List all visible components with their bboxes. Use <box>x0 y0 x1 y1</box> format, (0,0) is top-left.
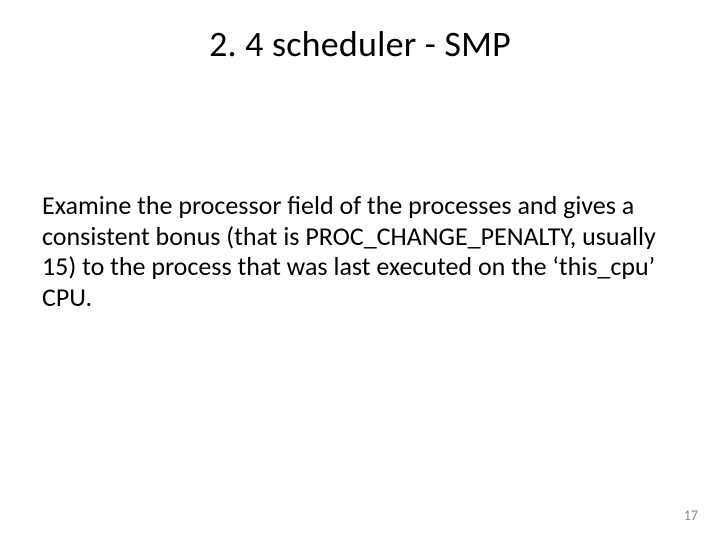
page-number: 17 <box>684 507 698 524</box>
slide: 2. 4 scheduler - SMP Examine the process… <box>0 0 720 540</box>
slide-title: 2. 4 scheduler - SMP <box>0 22 720 66</box>
slide-body-text: Examine the processor field of the proce… <box>42 190 662 313</box>
